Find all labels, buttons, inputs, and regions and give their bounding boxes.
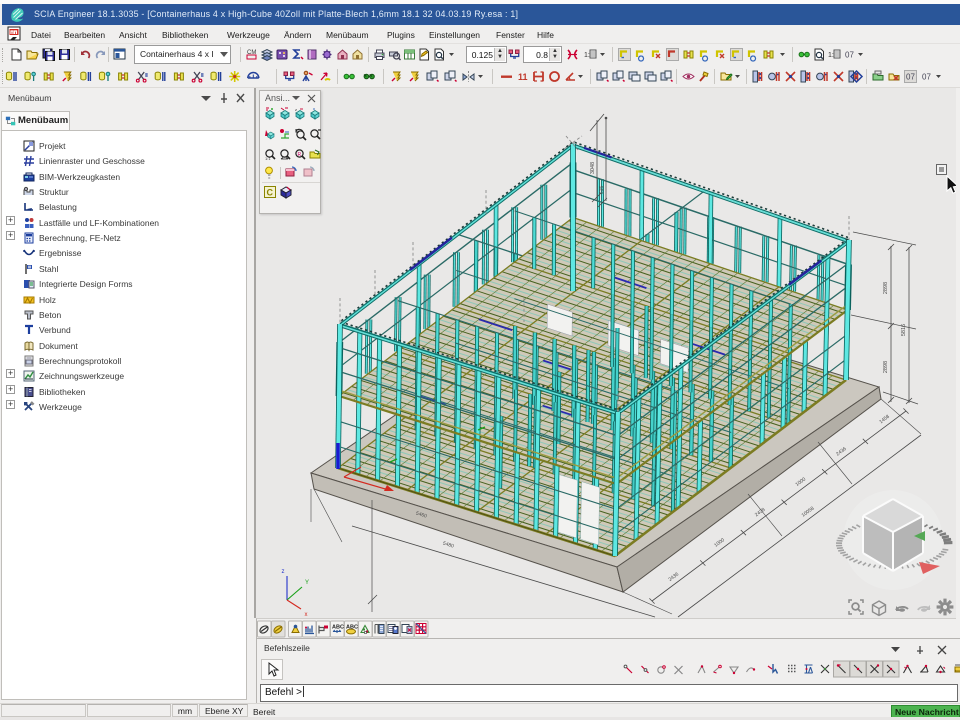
svg-text:z: z xyxy=(295,107,297,112)
svg-text:3048: 3048 xyxy=(590,162,596,174)
svg-text:1:: 1: xyxy=(584,52,590,59)
svg-text:07: 07 xyxy=(845,51,854,60)
svg-text:Y: Y xyxy=(305,580,309,586)
svg-text:2898: 2898 xyxy=(883,282,889,294)
svg-text:5816: 5816 xyxy=(901,324,907,336)
svg-text:2898: 2898 xyxy=(883,361,889,373)
svg-text:ABC: ABC xyxy=(332,625,344,631)
svg-text:R: R xyxy=(298,152,302,158)
svg-text:11: 11 xyxy=(518,72,528,82)
svg-text:1:1: 1:1 xyxy=(265,156,271,161)
svg-text:615: 615 xyxy=(599,186,605,195)
svg-text:C: C xyxy=(267,188,274,198)
svg-text:07: 07 xyxy=(922,73,931,82)
svg-text:1:: 1: xyxy=(828,52,834,59)
svg-text:5480: 5480 xyxy=(442,541,455,550)
svg-text:07: 07 xyxy=(906,73,915,82)
svg-text:10058: 10058 xyxy=(801,505,816,518)
svg-text:z: z xyxy=(282,569,285,575)
